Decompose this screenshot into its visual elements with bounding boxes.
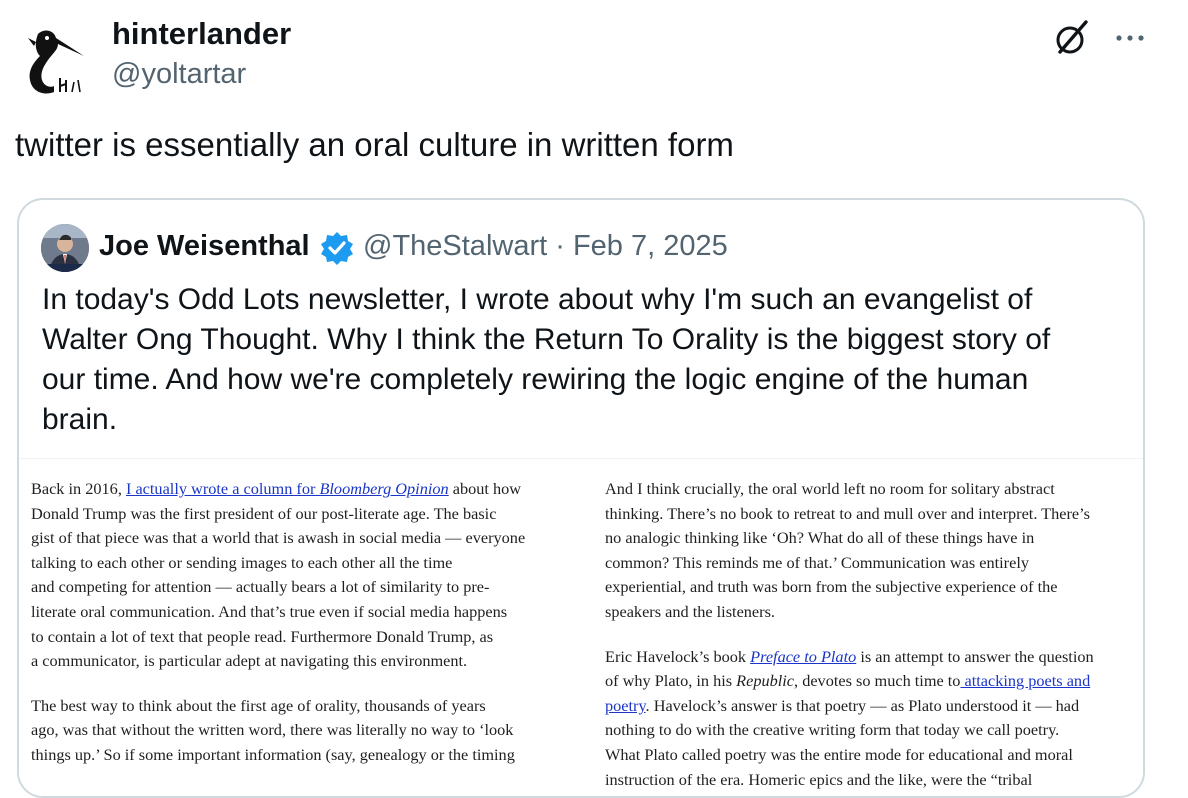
article-line: literate oral communication. And that’s … [31,601,508,621]
article-text: of why Plato, in his [605,671,737,691]
article-text: Back in 2016, [31,479,126,498]
link-text-italic[interactable]: Bloomberg Opinion [319,479,448,498]
article-text: . Havelock’s answer is that poetry — as … [645,695,1080,715]
article-line: things up.’ So if some important informa… [31,744,515,764]
article-line: no analogic thinking like ‘Oh? What do a… [605,528,1035,548]
verified-badge-icon [319,230,355,266]
article-text: Eric Havelock’s book [605,646,751,666]
quoted-text-line: In today's Odd Lots newsletter, I wrote … [42,283,1033,316]
quoted-text-line: Walter Ong Thought. Why I think the Retu… [42,323,1051,356]
article-right-column: And I think crucially, the oral world le… [605,477,1143,792]
more-horizontal-icon[interactable] [1110,20,1150,56]
article-line: Eric Havelock’s book Preface to Plato is… [605,645,1143,670]
article-line: gist of that piece was that a world that… [31,528,526,548]
article-text: , devotes so much time to [794,671,961,691]
article-line: speakers and the listeners. [605,601,775,621]
article-line: and competing for attention — actually b… [31,577,490,597]
attached-article-image[interactable]: Back in 2016, I actually wrote a column … [19,458,1143,796]
quoted-text-line: brain. [42,403,118,436]
article-line: nothing to do with the creative writing … [605,720,1060,740]
article-line: What Plato called poetry was the entire … [605,744,1073,764]
attacking-poets-link[interactable]: attacking poets and [960,671,1091,690]
article-text: is an attempt to answer the question [856,646,1094,666]
link-text[interactable]: I actually wrote a column for [126,479,320,498]
quoted-handle-date: @TheStalwart · Feb 7, 2025 [363,230,728,263]
bloomberg-column-link[interactable]: I actually wrote a column for Bloomberg … [126,479,449,498]
preface-to-plato-link[interactable]: Preface to Plato [750,647,856,666]
grok-slash-icon[interactable] [1052,18,1092,58]
attacking-poets-link-cont[interactable]: poetry [605,696,646,715]
article-line: experiential, and truth was born from th… [605,577,1058,597]
quoted-author-avatar[interactable] [41,224,89,272]
author-avatar[interactable] [20,20,92,102]
separator-dot: · [555,230,565,262]
article-line: And I think crucially, the oral world le… [605,479,1055,498]
quoted-author-handle[interactable]: @TheStalwart [363,230,547,262]
author-name[interactable]: hinterlander [112,16,291,52]
article-line: of why Plato, in his Republic, devotes s… [605,669,1143,694]
article-line: instruction of the era. Homeric epics an… [605,769,1033,789]
article-line: ago, was that without the written word, … [31,720,514,740]
quoted-author-name[interactable]: Joe Weisenthal [99,230,310,263]
quoted-text-line: our time. And how we're completely rewir… [42,363,1029,396]
article-line: The best way to think about the first ag… [31,695,486,715]
article-line: talking to each other or sending images … [31,552,453,572]
author-handle[interactable]: @yoltartar [112,58,246,91]
quoted-tweet-card[interactable]: Joe Weisenthal @TheStalwart · Feb 7, 202… [17,198,1145,798]
tweet-text: twitter is essentially an oral culture i… [15,126,734,163]
quoted-tweet-text: In today's Odd Lots newsletter, I wrote … [42,280,1102,440]
article-text: about how [448,479,522,498]
article-line: Back in 2016, I actually wrote a column … [31,477,591,502]
quoted-date[interactable]: Feb 7, 2025 [573,230,728,262]
article-left-column: Back in 2016, I actually wrote a column … [31,477,591,768]
article-text-italic: Republic [736,671,795,691]
article-line: thinking. There’s no book to retreat to … [605,503,1090,523]
article-line: a communicator, is particular adept at n… [31,651,468,671]
article-line: common? This reminds me of that.’ Commun… [605,552,1029,572]
article-line: Donald Trump was the first president of … [31,503,497,523]
article-line: to contain a lot of text that people rea… [31,626,494,646]
article-line: poetry. Havelock’s answer is that poetry… [605,694,1143,719]
